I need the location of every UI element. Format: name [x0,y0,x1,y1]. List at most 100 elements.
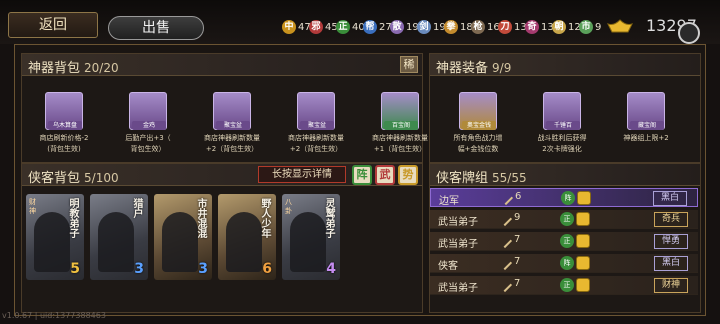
hero-card-level: 6 [262,261,272,277]
artifact-equip-item[interactable]: 千锤百战斗胜利后获得 2次卡牌强化 [522,92,602,155]
hero-bag-title: 侠客背包 5/100 [28,171,119,186]
deck-row-tag: 奇兵 [654,212,688,227]
artifact-bag-item-tag: 乌木算盘 [48,121,82,130]
deck-row-tag: 黑白 [653,191,687,206]
hero-filter-button[interactable]: 阵 [352,165,372,185]
hero-card[interactable]: 明教弟子 财神 5 [26,194,84,280]
resource-icon: 剑 [417,20,431,34]
resource-icon: 市 [579,20,593,34]
resource-icon: 中 [282,20,296,34]
artifact-bag-item[interactable]: 金鸡 后勤产出+3（ 背包生效） [108,92,188,155]
hero-card-level: 5 [70,261,80,277]
deck-row-name: 武当弟子 [438,283,478,294]
resource-item: 朝 12 [552,18,581,36]
hero-deck-header: 侠客牌组 55/55 [430,164,700,186]
deck-row-sub-icon [576,278,590,292]
resource-icon: 正 [336,20,350,34]
resource-icon: 散 [390,20,404,34]
deck-row-name: 侠客 [438,261,458,272]
rare-filter-button[interactable]: 稀 [400,56,418,73]
artifact-bag-item-desc: 商店神器刷新数量 [288,134,344,142]
hero-card-name: 灵鹫弟子 [323,198,334,238]
resource-icon: 刀 [498,20,512,34]
deck-row[interactable]: 武当弟子 7 正 财神 [430,276,698,295]
artifact-equip-item-desc: 战斗胜利后获得 [537,134,587,142]
artifact-equip-item-icon: 千锤百 [543,92,581,130]
artifact-bag-item-desc: 商店神器刷新数量 [372,134,428,142]
deck-row[interactable]: 武当弟子 7 正 悍勇 [430,232,698,251]
settings-icon[interactable] [678,22,700,44]
deck-row-power: 7 [514,256,521,267]
deck-row-tag: 悍勇 [654,234,688,249]
artifact-equip-item-desc: 幅+金钱位数 [457,145,499,153]
resource-item: 散 19 [390,18,419,36]
artifact-equip-item-icon: 奥宝金钱 [459,92,497,130]
hero-card-sub: 财神 [29,198,36,215]
hero-card-name: 野人少年 [259,198,270,238]
artifact-bag-item-icon: 聚宝盆 [213,92,251,130]
artifact-bag-item-desc: 商店刷新价格-2 [39,134,89,142]
deck-row-badge: 正 [560,278,574,292]
deck-row-name: 边军 [439,196,459,207]
deck-row-badge: 阵 [560,256,574,270]
deck-row-sub-icon [577,191,591,205]
artifact-equip-title: 神器装备 9/9 [436,61,512,76]
hero-card[interactable]: 灵鹫弟子 八卦 4 [282,194,340,280]
artifact-bag-item[interactable]: 百宝阁商店神器刷新数量 +1（背包生效） [360,92,440,155]
resource-item: 拳 18 [444,18,473,36]
hero-bag-header: 侠客背包 5/100 长按显示详情 阵武势 [22,164,422,186]
top-bar: 返回 出售 中 47 邪 45 正 40 帮 27 散 19 剑 19 拳 18 枪 16 刀 13 奇 13 朝 12 市… [0,0,720,44]
sell-button[interactable]: 出售 [108,16,204,40]
artifact-equip-item[interactable]: 藏宝阁 神器组上限+2 [606,92,686,144]
sword-icon [497,255,513,271]
resource-icon: 朝 [552,20,566,34]
artifact-bag-item[interactable]: 聚宝盆商店神器刷新数量 +2（背包生效） [192,92,272,155]
deck-row[interactable]: 侠客 7 阵 黑白 [430,254,698,273]
deck-row-power: 9 [514,212,521,223]
resource-item: 中 47 [282,18,311,36]
hero-card-name: 明教弟子 [67,198,78,238]
hero-card-sub: 八卦 [285,198,292,215]
artifact-bag-item-desc: (背包生效) [47,145,81,153]
artifact-equip-item-desc: 2次卡牌强化 [542,145,582,153]
resource-item: 邪 45 [309,18,338,36]
hero-filter-button[interactable]: 武 [375,165,395,185]
deck-row[interactable]: 武当弟子 9 正 奇兵 [430,210,698,229]
show-detail-button[interactable]: 长按显示详情 [258,166,346,183]
deck-row-sub-icon [576,212,590,226]
resource-icon: 邪 [309,20,323,34]
artifact-bag-item-icon: 聚宝盆 [297,92,335,130]
artifact-bag-title: 神器背包 20/20 [28,61,119,76]
hero-card[interactable]: 猎户 3 [90,194,148,280]
artifact-bag-item-desc: 商店神器刷新数量 [204,134,260,142]
resource-item: 帮 27 [363,18,392,36]
sword-icon [497,211,513,227]
back-button[interactable]: 返回 [8,12,98,38]
artifact-equip-item[interactable]: 奥宝金钱 所有角色战力增 幅+金钱位数 [438,92,518,155]
deck-row-power: 7 [514,234,521,245]
deck-row[interactable]: 边军 6 阵 黑白 [430,188,698,207]
resource-item: 剑 19 [417,18,446,36]
hero-filters: 阵武势 [352,165,422,185]
hero-card[interactable]: 野人少年 6 [218,194,276,280]
artifact-bag-item[interactable]: 聚宝盆 商店神器刷新数量 +2（背包生效） [276,92,356,155]
resource-item: 枪 16 [471,18,500,36]
artifact-bag-item-tag: 聚宝盆 [300,121,334,130]
artifact-bag-item-desc: +1（背包生效） [373,145,427,153]
resource-item: 奇 13 [525,18,554,36]
resource-item: 市9 [579,18,601,36]
artifact-equip-item-icon: 藏宝阁 [627,92,665,130]
artifact-equip-item-tag: 藏宝阁 [630,121,664,130]
artifact-bag-item-desc: +2（背包生效） [205,145,259,153]
resource-count: 9 [595,21,602,33]
resource-icon: 拳 [444,20,458,34]
hero-card[interactable]: 市井混混 3 [154,194,212,280]
hero-portrait [98,212,134,272]
resource-icon: 帮 [363,20,377,34]
deck-row-sub-icon [576,234,590,248]
hero-filter-button[interactable]: 势 [398,165,418,185]
artifact-bag-item-tag: 百宝阁 [384,121,418,130]
deck-row-badge: 正 [560,234,574,248]
deck-row-power: 6 [515,191,522,202]
artifact-bag-item[interactable]: 乌木算盘商店刷新价格-2 (背包生效) [24,92,104,155]
